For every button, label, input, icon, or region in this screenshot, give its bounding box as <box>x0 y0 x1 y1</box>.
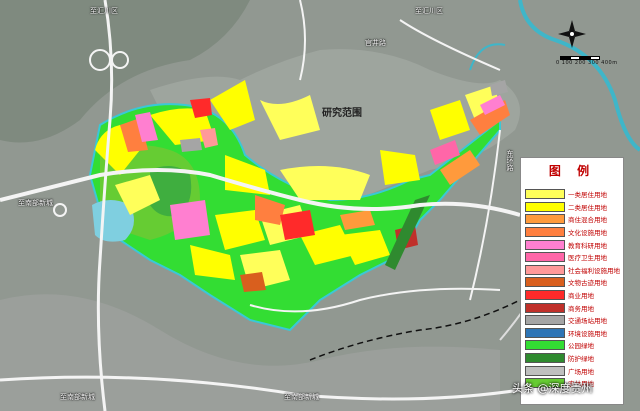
legend-label: 医疗卫生用地 <box>568 254 607 263</box>
legend-item: 文化设施用地 <box>525 226 621 239</box>
watermark: 头条 @深度贵州 <box>512 382 593 395</box>
legend-label: 交通场站用地 <box>568 317 607 326</box>
legend-label: 商业用地 <box>568 292 594 301</box>
legend-label: 防护绿地 <box>568 355 594 364</box>
legend-label: 广场用地 <box>568 367 594 376</box>
legend-swatch <box>525 264 565 275</box>
legend-item: 一类居住用地 <box>525 188 621 201</box>
study-area-label: 研究范围 <box>322 108 362 119</box>
legend-label: 一类居住用地 <box>568 191 607 200</box>
legend-swatch <box>525 302 565 313</box>
legend-item: 教育科研用地 <box>525 238 621 251</box>
legend-swatch <box>525 227 565 238</box>
scale-text: 0 100 200 300 400m <box>556 60 618 66</box>
legend-swatch <box>525 340 565 351</box>
legend-item: 广场用地 <box>525 364 621 377</box>
legend-swatch <box>525 315 565 326</box>
legend-swatch <box>525 290 565 301</box>
legend-item: 交通场站用地 <box>525 314 621 327</box>
legend-swatch <box>525 214 565 225</box>
north-arrow-icon <box>558 20 586 48</box>
road-label-guanjing: 官井路 <box>365 39 386 47</box>
legend-swatch <box>525 365 565 376</box>
road-label-to-nanbu-bottom-left: 至南部新城 <box>60 393 95 401</box>
legend-swatch <box>525 239 565 250</box>
legend-item: 公园绿地 <box>525 339 621 352</box>
legend-swatch <box>525 327 565 338</box>
road-label-to-zhihui-mid: 至汇川区 <box>415 7 443 15</box>
legend-swatch <box>525 353 565 364</box>
legend-item: 防护绿地 <box>525 352 621 365</box>
legend-label: 社会福利设施用地 <box>568 266 620 275</box>
legend-item: 社会福利设施用地 <box>525 264 621 277</box>
legend-item: 商业用地 <box>525 289 621 302</box>
road-label-to-nanbu-left: 至南部新城 <box>18 199 53 207</box>
road-label-to-zhihui-left: 至汇川区 <box>90 7 118 15</box>
road-label-to-nanbu-bottom-mid: 至南部新城 <box>284 393 319 401</box>
legend-label: 二类居住用地 <box>568 203 607 212</box>
legend-title: 图 例 <box>548 164 596 178</box>
legend-swatch <box>525 277 565 288</box>
legend-item: 医疗卫生用地 <box>525 251 621 264</box>
legend-label: 环境设施用地 <box>568 329 607 338</box>
legend-label: 公园绿地 <box>568 342 594 351</box>
legend-item: 商务用地 <box>525 301 621 314</box>
legend-label: 文物古迹用地 <box>568 279 607 288</box>
legend-label: 文化设施用地 <box>568 229 607 238</box>
legend-label: 教育科研用地 <box>568 241 607 250</box>
legend-swatch <box>525 189 565 200</box>
legend-item: 环境设施用地 <box>525 327 621 340</box>
legend-item: 商住混合用地 <box>525 213 621 226</box>
legend-swatch <box>525 201 565 212</box>
legend-item: 文物古迹用地 <box>525 276 621 289</box>
legend: 图 例 一类居住用地 二类居住用地 商住混合用地 文化设施用地 教育科研用地 医疗卫生用地… <box>520 157 624 405</box>
legend-list: 一类居住用地 二类居住用地 商住混合用地 文化设施用地 教育科研用地 医疗卫生用地社会福利… <box>525 188 621 390</box>
legend-swatch <box>525 252 565 263</box>
legend-label: 商住混合用地 <box>568 216 607 225</box>
legend-item: 二类居住用地 <box>525 201 621 214</box>
legend-label: 商务用地 <box>568 304 594 313</box>
road-label-donghuan: 东环路 <box>506 150 514 171</box>
